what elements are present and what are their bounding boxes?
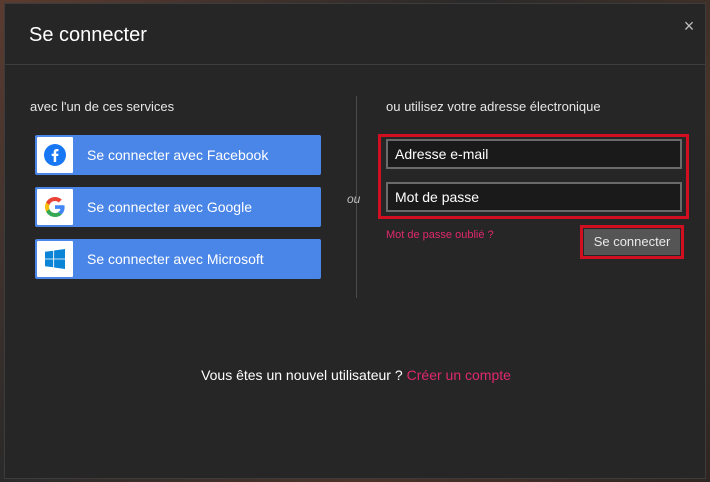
sign-in-dialog: Se connecter × avec l'un de ces services… — [4, 3, 706, 479]
header-divider — [5, 64, 705, 65]
microsoft-login-label: Se connecter avec Microsoft — [87, 251, 264, 267]
close-icon[interactable]: × — [681, 17, 697, 35]
email-heading: ou utilisez votre adresse électronique — [386, 99, 601, 114]
or-label: ou — [347, 192, 361, 206]
microsoft-icon — [37, 241, 73, 277]
email-input[interactable] — [386, 139, 682, 169]
facebook-icon — [37, 137, 73, 173]
google-login-label: Se connecter avec Google — [87, 199, 252, 215]
password-input[interactable] — [386, 182, 682, 212]
facebook-login-label: Se connecter avec Facebook — [87, 147, 269, 163]
social-heading: avec l'un de ces services — [30, 99, 175, 114]
google-login-button[interactable]: Se connecter avec Google — [35, 187, 321, 227]
dialog-title: Se connecter — [29, 24, 147, 46]
new-user-question: Vous êtes un nouvel utilisateur ? — [201, 367, 403, 383]
forgot-password-link[interactable]: Mot de passe oublié ? — [386, 229, 494, 241]
google-icon — [37, 189, 73, 225]
facebook-login-button[interactable]: Se connecter avec Facebook — [35, 135, 321, 175]
signup-footer: Vous êtes un nouvel utilisateur ? Créer u… — [5, 367, 707, 383]
microsoft-login-button[interactable]: Se connecter avec Microsoft — [35, 239, 321, 279]
create-account-link[interactable]: Créer un compte — [407, 367, 511, 383]
sign-in-button[interactable]: Se connecter — [584, 229, 680, 255]
